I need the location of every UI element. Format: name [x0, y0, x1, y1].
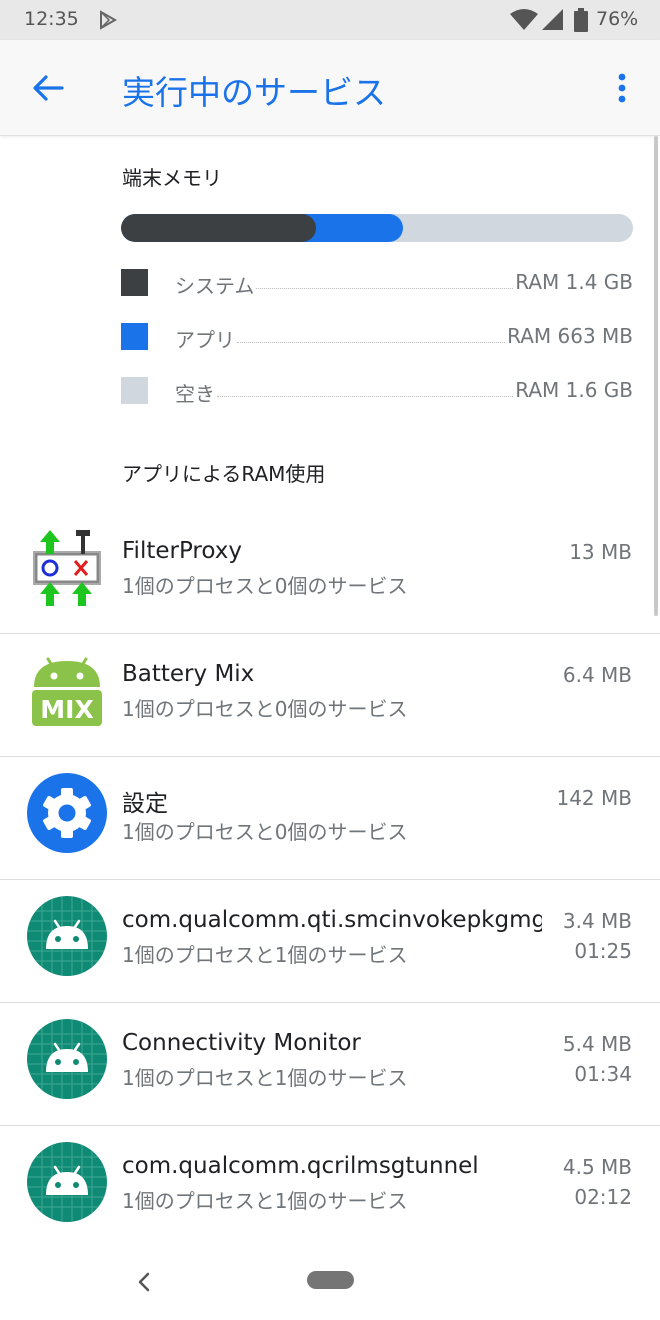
app-running-time: 02:12 — [574, 1185, 632, 1209]
app-memory-size: 6.4 MB — [562, 663, 632, 687]
legend-dotted-leader — [217, 396, 513, 397]
legend-value-apps: RAM 663 MB — [507, 324, 633, 348]
legend-row-system: システム RAM 1.4 GB — [121, 268, 633, 299]
battery-percentage: 76% — [596, 8, 639, 30]
nav-home-pill[interactable] — [307, 1271, 354, 1289]
cell-signal-icon — [541, 9, 565, 35]
legend-dotted-leader — [237, 342, 505, 343]
app-name: FilterProxy — [122, 538, 242, 564]
app-name: 設定 — [122, 791, 168, 817]
app-name: Battery Mix — [122, 661, 255, 687]
filterproxy-icon — [26, 526, 108, 608]
app-bar: 実行中のサービス — [0, 40, 660, 136]
settings-gear-icon — [26, 772, 108, 854]
app-memory-size: 13 MB — [569, 540, 632, 564]
nav-back-button[interactable] — [124, 1264, 164, 1300]
back-button[interactable] — [18, 64, 78, 112]
app-row-filterproxy[interactable]: FilterProxy 1個のプロセスと0個のサービス 13 MB — [0, 512, 660, 634]
legend-label-apps: アプリ — [175, 324, 237, 353]
memory-bar-system-segment — [121, 214, 316, 242]
battery-mix-icon: MIX — [26, 649, 108, 731]
status-time: 12:35 — [24, 8, 79, 30]
app-ram-label: アプリによるRAM使用 — [122, 462, 326, 486]
app-name: com.qualcomm.qcrilmsgtunnel — [122, 1153, 479, 1179]
legend-row-apps: アプリ RAM 663 MB — [121, 322, 633, 353]
page-title: 実行中のサービス — [122, 73, 386, 112]
battery-icon — [574, 8, 588, 36]
more-vert-icon — [618, 73, 626, 103]
app-running-time: 01:34 — [574, 1062, 632, 1086]
app-name: com.qualcomm.qti.smcinvokepkgmgr — [122, 907, 542, 933]
legend-dotted-leader — [256, 288, 513, 289]
android-icon — [26, 1018, 108, 1100]
app-row-battery-mix[interactable]: MIX Battery Mix 1個のプロセスと0個のサービス 6.4 MB — [0, 635, 660, 757]
app-memory-size: 3.4 MB — [562, 909, 632, 933]
app-process-info: 1個のプロセスと1個のサービス — [122, 943, 408, 967]
app-row-qcrilmsgtunnel[interactable]: com.qualcomm.qcrilmsgtunnel 1個のプロセスと1個のサ… — [0, 1127, 660, 1249]
legend-value-system: RAM 1.4 GB — [515, 270, 633, 294]
play-store-icon — [98, 10, 118, 34]
navigation-bar — [0, 1242, 660, 1320]
svg-text:MIX: MIX — [40, 695, 93, 724]
app-running-time: 01:25 — [574, 939, 632, 963]
more-options-button[interactable] — [600, 64, 644, 112]
app-memory-size: 5.4 MB — [562, 1032, 632, 1056]
chevron-left-icon — [138, 1272, 150, 1292]
legend-swatch-system — [121, 269, 148, 296]
legend-label-free: 空き — [175, 378, 217, 407]
app-row-smcinvokepkgmgr[interactable]: com.qualcomm.qti.smcinvokepkgmgr 1個のプロセス… — [0, 881, 660, 1003]
legend-value-free: RAM 1.6 GB — [515, 378, 633, 402]
status-bar: 12:35 76% — [0, 0, 660, 40]
app-process-info: 1個のプロセスと0個のサービス — [122, 820, 408, 844]
app-memory-size: 4.5 MB — [562, 1155, 632, 1179]
app-name: Connectivity Monitor — [122, 1030, 361, 1056]
legend-row-free: 空き RAM 1.6 GB — [121, 376, 633, 407]
app-process-info: 1個のプロセスと1個のサービス — [122, 1189, 408, 1213]
wifi-icon — [510, 9, 538, 35]
legend-label-system: システム — [175, 270, 257, 299]
arrow-back-icon — [33, 75, 64, 101]
legend-swatch-apps — [121, 323, 148, 350]
android-icon — [26, 895, 108, 977]
app-process-info: 1個のプロセスと0個のサービス — [122, 697, 408, 721]
app-process-info: 1個のプロセスと0個のサービス — [122, 574, 408, 598]
legend-swatch-free — [121, 377, 148, 404]
app-memory-size: 142 MB — [556, 786, 632, 810]
memory-usage-bar — [121, 214, 633, 242]
device-memory-label: 端末メモリ — [122, 166, 222, 190]
android-icon — [26, 1141, 108, 1223]
app-row-connectivity-monitor[interactable]: Connectivity Monitor 1個のプロセスと1個のサービス 5.4… — [0, 1004, 660, 1126]
app-process-info: 1個のプロセスと1個のサービス — [122, 1066, 408, 1090]
app-row-settings[interactable]: 設定 1個のプロセスと0個のサービス 142 MB — [0, 758, 660, 880]
